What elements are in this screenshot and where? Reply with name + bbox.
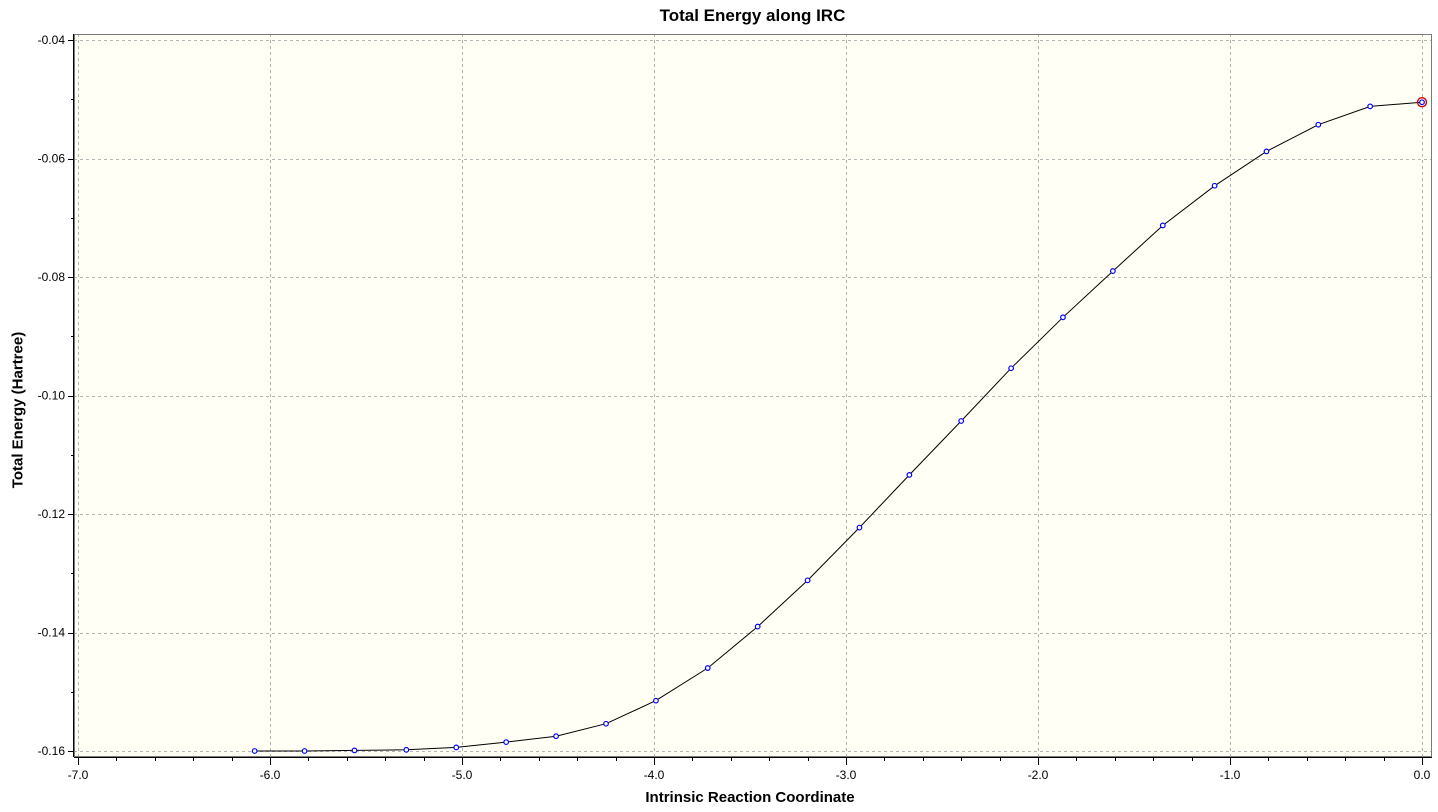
y-tick-label: -0.14 [38, 626, 66, 640]
data-point [1315, 121, 1322, 128]
data-point [704, 665, 711, 671]
y-tick-label: -0.08 [38, 270, 66, 284]
data-point [1419, 99, 1425, 106]
y-tick-label: -0.12 [38, 507, 66, 521]
data-point [1263, 148, 1270, 155]
data-point [301, 748, 308, 754]
y-tick-label: -0.10 [38, 389, 66, 403]
data-point [958, 418, 965, 424]
data-point [603, 720, 609, 727]
data-point [1367, 103, 1374, 110]
data-point [754, 623, 761, 630]
x-tick-label: -7.0 [68, 768, 89, 782]
data-point [1159, 222, 1166, 229]
x-tick-label: -4.0 [644, 768, 665, 782]
x-tick-label: 0.0 [1414, 768, 1431, 782]
chart-plot-area: -7.0 -6.0 -5.0 -4.0 -3.0 -2.0 -1.0 0.0 -0.16 -0.1… [38, 33, 1432, 782]
data-point [351, 747, 358, 754]
x-tick-label: -3.0 [836, 768, 857, 782]
x-tick-label: -5.0 [452, 768, 473, 782]
y-tick-label: -0.04 [38, 33, 66, 47]
data-point [503, 739, 510, 746]
data-point [1060, 314, 1066, 321]
data-point [1008, 365, 1015, 372]
y-tick-label: -0.16 [38, 744, 66, 758]
data-point [553, 733, 559, 740]
x-tick-label: -1.0 [1220, 768, 1241, 782]
data-point [251, 748, 258, 754]
data-point [804, 577, 811, 584]
x-tick-label: -6.0 [260, 768, 281, 782]
data-point [653, 697, 659, 704]
plot-background [74, 34, 1432, 757]
data-point [856, 524, 863, 531]
data-point [906, 471, 913, 478]
x-tick-label: -2.0 [1028, 768, 1049, 782]
data-point [1211, 182, 1218, 189]
data-point [1109, 268, 1116, 274]
y-tick-label: -0.06 [38, 152, 66, 166]
data-point [403, 746, 410, 753]
data-point [453, 744, 460, 751]
